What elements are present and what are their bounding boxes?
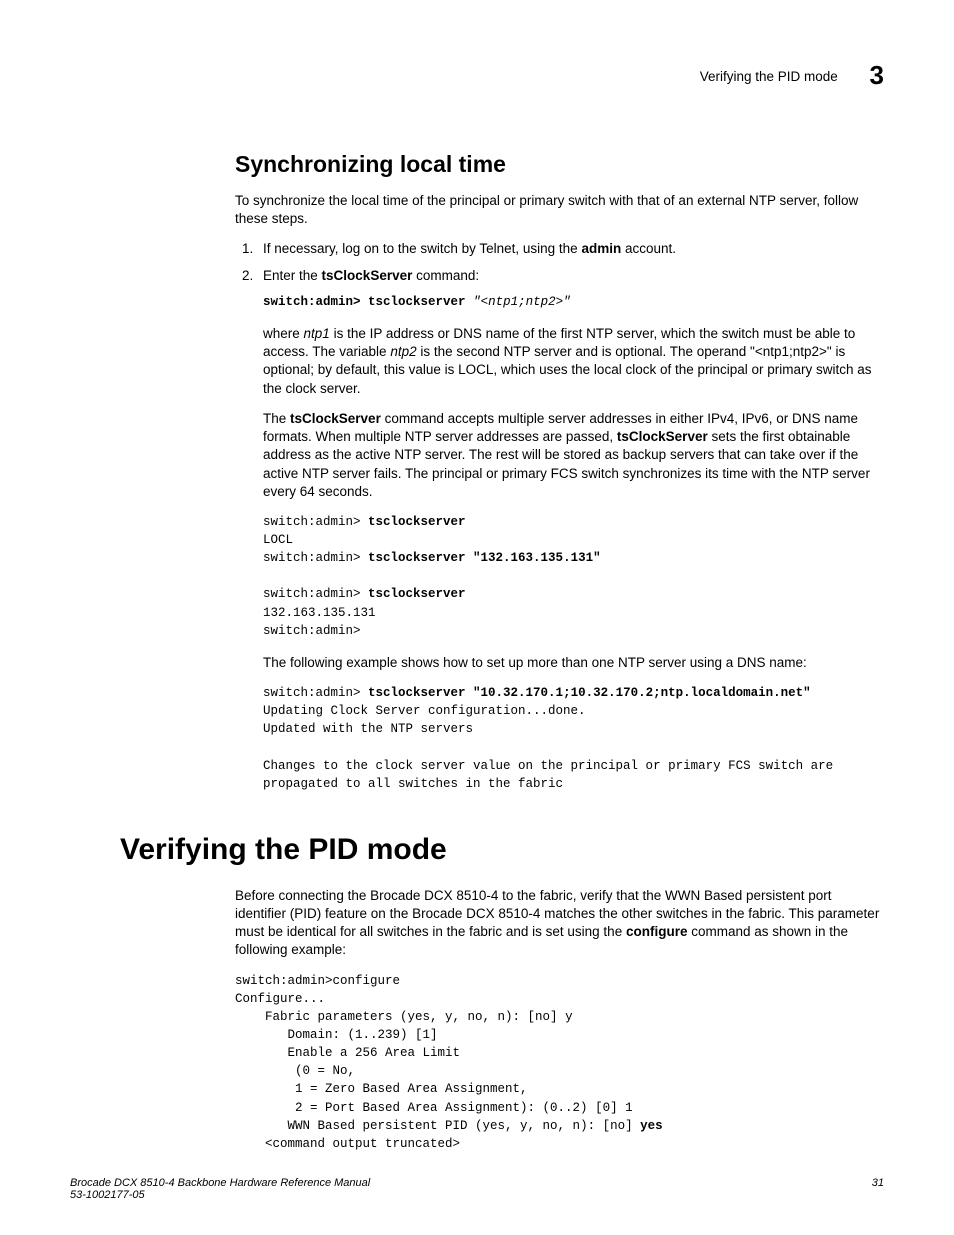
command-block-2: switch:admin> tsclockserver "10.32.170.1… — [263, 684, 884, 793]
page: Verifying the PID mode 3 Synchronizing l… — [0, 0, 954, 1235]
command-block-1: switch:admin> tsclockserver LOCL switch:… — [263, 513, 884, 640]
running-title: Verifying the PID mode — [700, 69, 838, 84]
step2-detail: switch:admin> tsclockserver "<ntp1;ntp2>… — [263, 293, 884, 793]
pid-paragraph: Before connecting the Brocade DCX 8510-4… — [235, 887, 884, 960]
configure-example: switch:admin>configure Configure... Fabr… — [235, 972, 884, 1153]
footer-title: Brocade DCX 8510-4 Backbone Hardware Ref… — [70, 1177, 370, 1189]
step-1: If necessary, log on to the switch by Te… — [257, 240, 884, 258]
section-heading-sync: Synchronizing local time — [235, 151, 884, 178]
step-list: If necessary, log on to the switch by Te… — [235, 240, 884, 284]
intro-paragraph: To synchronize the local time of the pri… — [235, 192, 884, 228]
command-example-1: switch:admin> tsclockserver "<ntp1;ntp2>… — [263, 293, 884, 311]
section-heading-pid: Verifying the PID mode — [120, 833, 884, 867]
page-footer: 31 Brocade DCX 8510-4 Backbone Hardware … — [70, 1177, 884, 1201]
content-block: Synchronizing local time To synchronize … — [235, 151, 884, 793]
dns-example-intro: The following example shows how to set u… — [263, 654, 884, 672]
ntp-explanation: where ntp1 is the IP address or DNS name… — [263, 325, 884, 398]
running-header: Verifying the PID mode 3 — [120, 60, 884, 91]
pid-content: Before connecting the Brocade DCX 8510-4… — [235, 887, 884, 1153]
page-number: 31 — [872, 1177, 884, 1189]
footer-docnum: 53-1002177-05 — [70, 1189, 145, 1201]
tsclockserver-explanation: The tsClockServer command accepts multip… — [263, 410, 884, 501]
chapter-number: 3 — [870, 60, 884, 90]
step-2: Enter the tsClockServer command: — [257, 267, 884, 285]
